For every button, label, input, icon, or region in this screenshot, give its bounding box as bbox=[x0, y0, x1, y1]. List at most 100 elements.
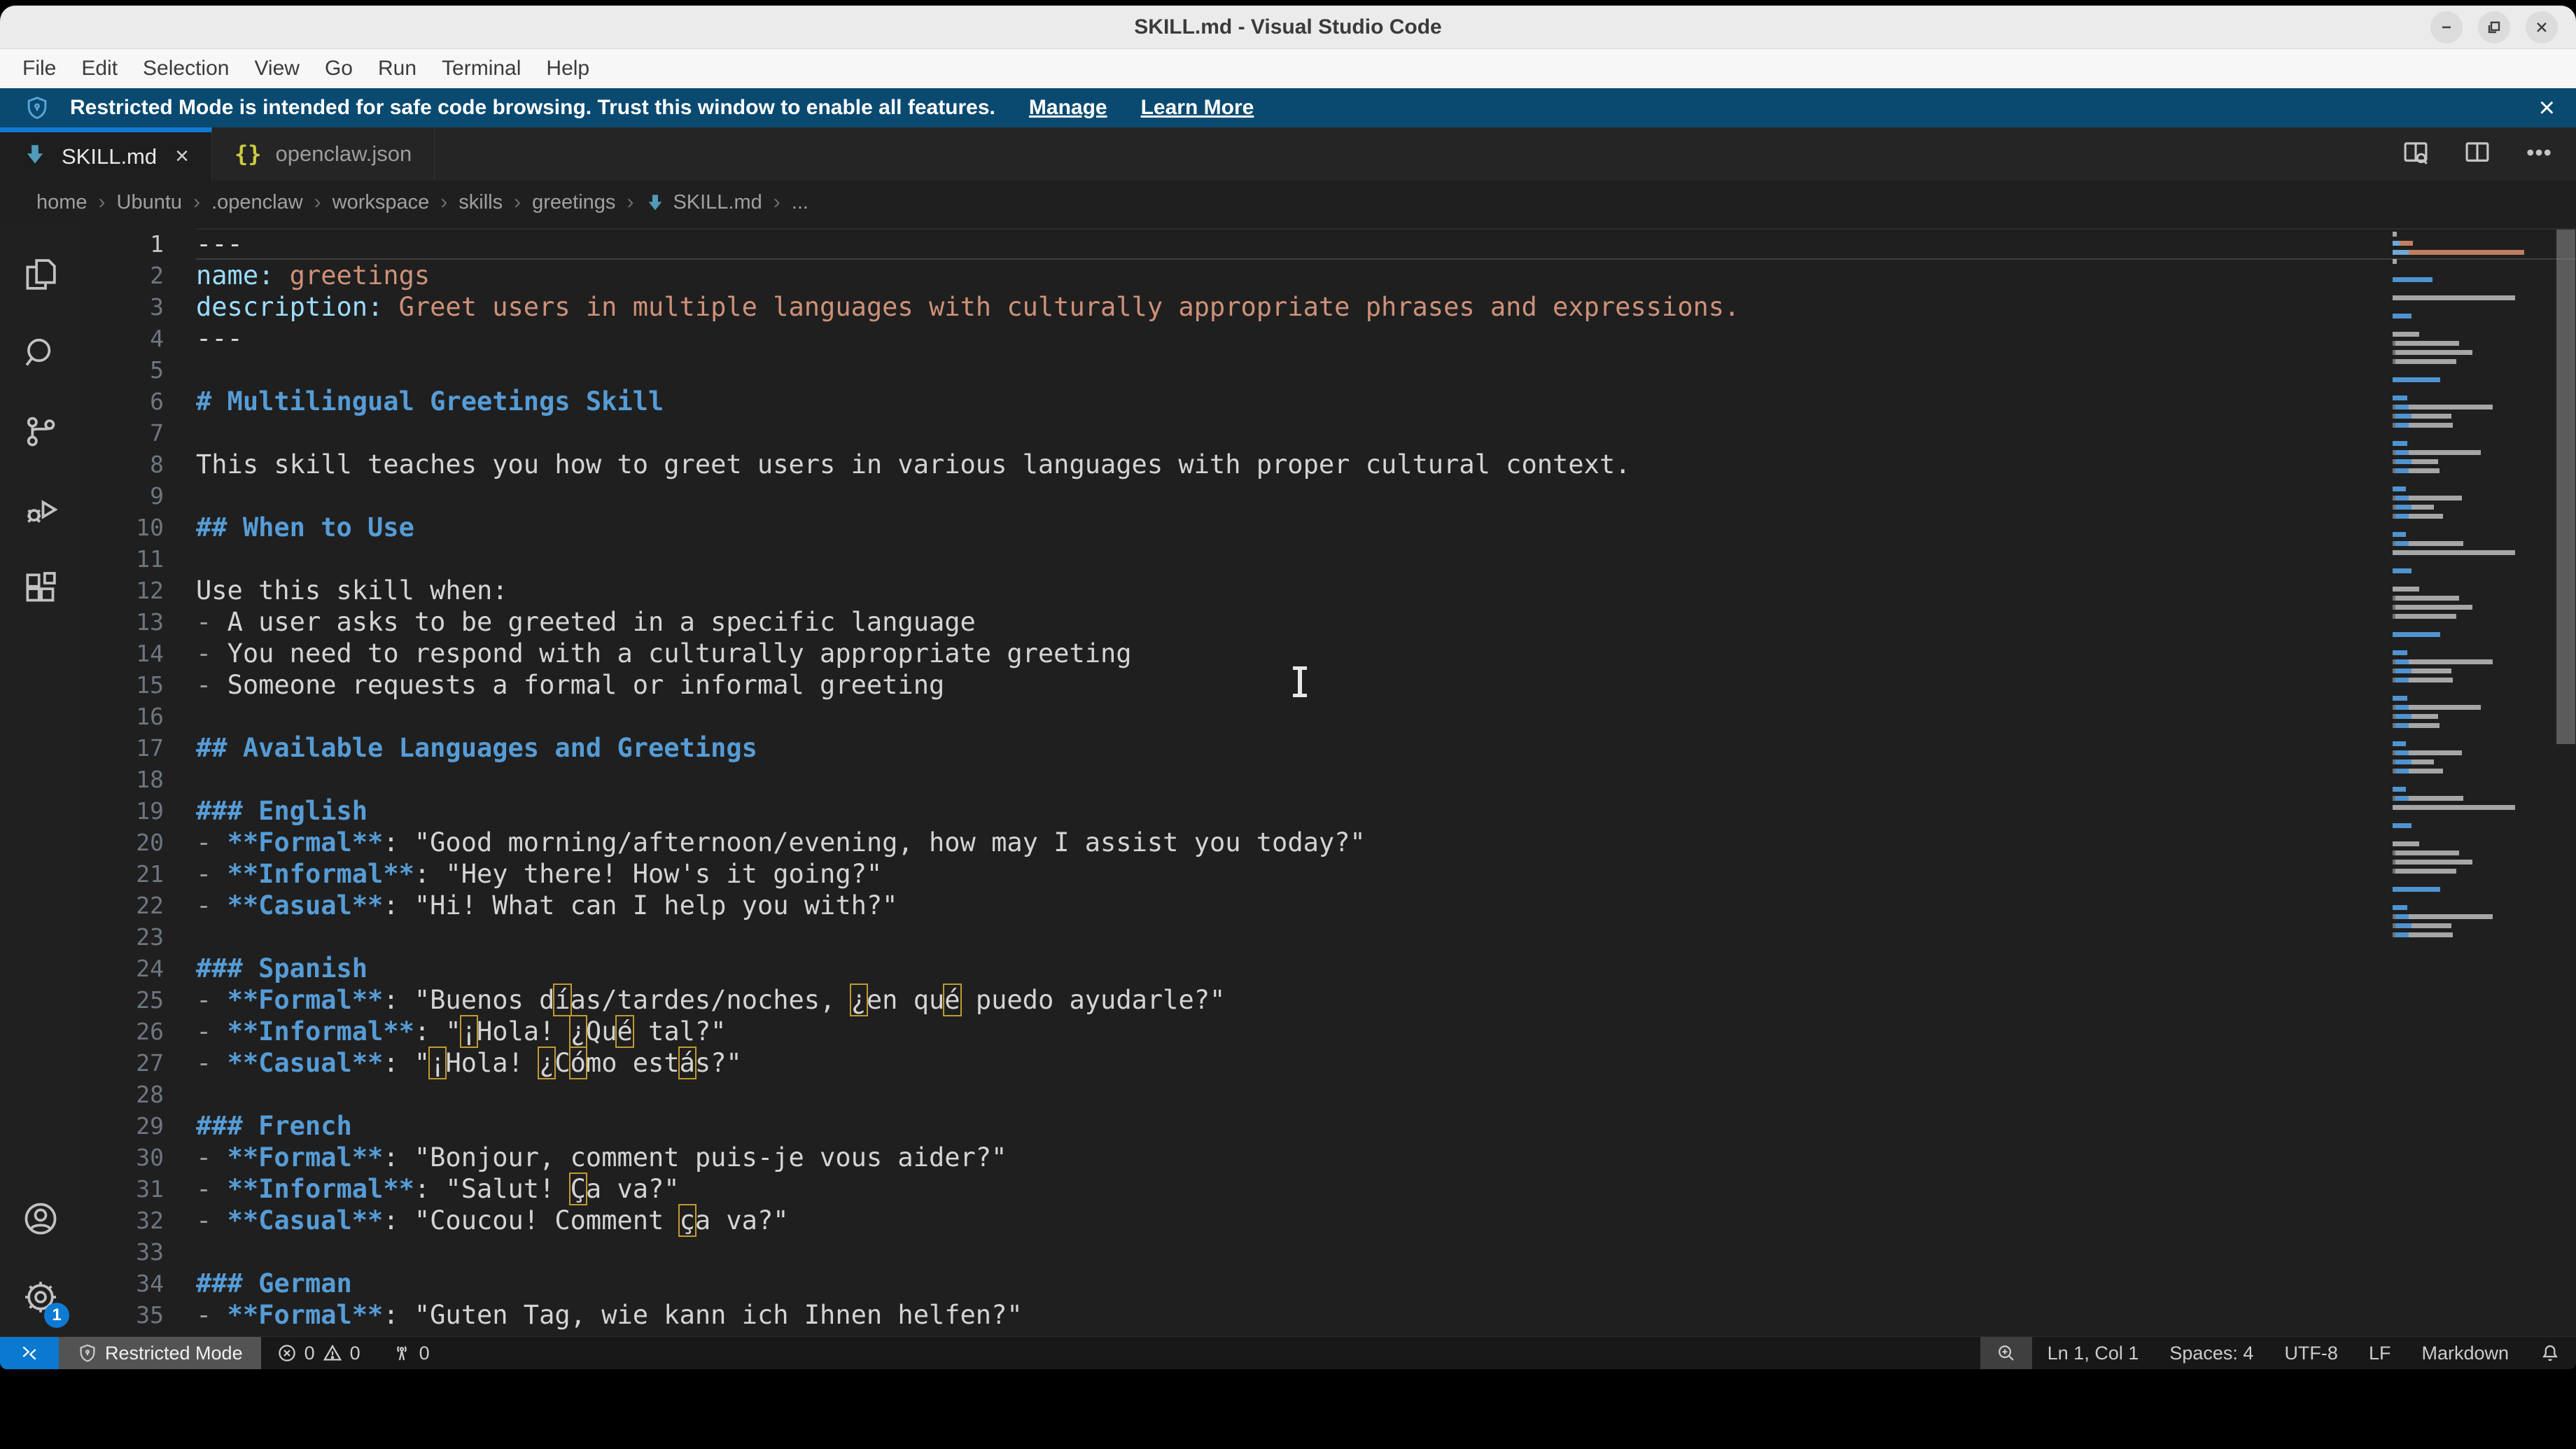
editor-line[interactable]: ### German bbox=[196, 1268, 2576, 1299]
settings-icon[interactable]: 1 bbox=[0, 1258, 80, 1336]
line-number[interactable]: 26 bbox=[80, 1016, 196, 1047]
editor-line[interactable]: ### Spanish bbox=[196, 953, 2576, 984]
line-number[interactable]: 10 bbox=[80, 512, 196, 543]
manage-link[interactable]: Manage bbox=[1029, 96, 1107, 120]
line-number[interactable]: 6 bbox=[80, 386, 196, 417]
editor-line[interactable]: - **Informal**: "Salut! Ça va?" bbox=[196, 1173, 2576, 1205]
breadcrumb-item[interactable]: skills bbox=[458, 191, 503, 214]
line-number[interactable]: 2 bbox=[80, 260, 196, 291]
breadcrumb-item[interactable]: Ubuntu bbox=[117, 191, 183, 214]
split-editor-icon[interactable] bbox=[2463, 138, 2492, 171]
breadcrumb-item[interactable]: home bbox=[36, 191, 88, 214]
editor-line[interactable]: - **Casual**: "Hi! What can I help you w… bbox=[196, 890, 2576, 921]
editor-line[interactable]: - **Formal**: "Buenos días/tardes/noches… bbox=[196, 984, 2576, 1016]
more-actions-icon[interactable] bbox=[2524, 138, 2554, 171]
breadcrumb-item[interactable]: ... bbox=[792, 191, 808, 214]
language-mode[interactable]: Markdown bbox=[2406, 1337, 2524, 1369]
editor-line[interactable]: - **Casual**: "¡Hola! ¿Cómo estás?" bbox=[196, 1047, 2576, 1079]
editor-line[interactable]: Use this skill when: bbox=[196, 575, 2576, 606]
line-number[interactable]: 8 bbox=[80, 449, 196, 480]
menu-go[interactable]: Go bbox=[312, 49, 365, 88]
cursor-position[interactable]: Ln 1, Col 1 bbox=[2032, 1337, 2155, 1369]
line-number[interactable]: 31 bbox=[80, 1173, 196, 1205]
menu-file[interactable]: File bbox=[10, 49, 69, 88]
line-number[interactable]: 25 bbox=[80, 984, 196, 1016]
line-number[interactable]: 34 bbox=[80, 1268, 196, 1299]
eol[interactable]: LF bbox=[2353, 1337, 2407, 1369]
problems-status[interactable]: 0 0 bbox=[261, 1337, 376, 1369]
line-number[interactable]: 14 bbox=[80, 638, 196, 669]
open-preview-side-icon[interactable] bbox=[2401, 138, 2430, 171]
editor-line[interactable]: - **Formal**: "Good morning/afternoon/ev… bbox=[196, 827, 2576, 858]
menu-terminal[interactable]: Terminal bbox=[429, 49, 533, 88]
line-number[interactable]: 1 bbox=[80, 228, 196, 260]
tab-skill.md[interactable]: SKILL.md× bbox=[0, 127, 212, 181]
line-number[interactable]: 3 bbox=[80, 291, 196, 323]
breadcrumb-item[interactable]: workspace bbox=[332, 191, 430, 214]
line-number[interactable]: 29 bbox=[80, 1110, 196, 1142]
source-control-icon[interactable] bbox=[0, 392, 80, 470]
remote-indicator[interactable] bbox=[0, 1337, 59, 1369]
editor-line[interactable]: # Multilingual Greetings Skill bbox=[196, 386, 2576, 417]
editor-line[interactable] bbox=[196, 1079, 2576, 1110]
editor-line[interactable]: name: greetings bbox=[196, 260, 2576, 291]
editor-line[interactable]: This skill teaches you how to greet user… bbox=[196, 449, 2576, 480]
learn-more-link[interactable]: Learn More bbox=[1141, 96, 1254, 120]
line-number[interactable]: 27 bbox=[80, 1047, 196, 1079]
search-icon[interactable] bbox=[0, 314, 80, 392]
restore-button[interactable] bbox=[2478, 11, 2510, 43]
explorer-icon[interactable] bbox=[0, 235, 80, 314]
editor-line[interactable]: ### French bbox=[196, 1110, 2576, 1142]
editor-line[interactable]: ## When to Use bbox=[196, 512, 2576, 543]
line-number[interactable]: 20 bbox=[80, 827, 196, 858]
editor-line[interactable] bbox=[196, 417, 2576, 449]
restricted-mode-status[interactable]: Restricted Mode bbox=[59, 1337, 261, 1369]
encoding[interactable]: UTF-8 bbox=[2269, 1337, 2353, 1369]
editor-line[interactable]: - **Informal**: "¡Hola! ¿Qué tal?" bbox=[196, 1016, 2576, 1047]
menu-view[interactable]: View bbox=[241, 49, 312, 88]
banner-close-icon[interactable]: × bbox=[2539, 92, 2555, 124]
zoom-status[interactable] bbox=[1980, 1337, 2032, 1369]
editor-line[interactable]: - A user asks to be greeted in a specifi… bbox=[196, 606, 2576, 638]
breadcrumb-item[interactable]: SKILL.md bbox=[673, 191, 762, 214]
editor-line[interactable] bbox=[196, 1236, 2576, 1268]
line-number[interactable]: 15 bbox=[80, 669, 196, 701]
indentation[interactable]: Spaces: 4 bbox=[2154, 1337, 2269, 1369]
minimize-button[interactable] bbox=[2430, 11, 2463, 43]
menu-run[interactable]: Run bbox=[365, 49, 429, 88]
line-number[interactable]: 22 bbox=[80, 890, 196, 921]
editor-line[interactable] bbox=[196, 543, 2576, 575]
editor-line[interactable]: - Someone requests a formal or informal … bbox=[196, 669, 2576, 701]
editor-line[interactable] bbox=[196, 764, 2576, 795]
tab-close-icon[interactable]: × bbox=[175, 143, 189, 170]
ports-status[interactable]: 0 bbox=[376, 1337, 445, 1369]
line-number[interactable]: 9 bbox=[80, 480, 196, 512]
editor-line[interactable]: - **Casual**: "Coucou! Comment ça va?" bbox=[196, 1205, 2576, 1236]
editor-line[interactable] bbox=[196, 480, 2576, 512]
line-number[interactable]: 17 bbox=[80, 732, 196, 764]
run-debug-icon[interactable] bbox=[0, 470, 80, 549]
close-button[interactable] bbox=[2526, 11, 2558, 43]
line-number[interactable]: 23 bbox=[80, 921, 196, 953]
extensions-icon[interactable] bbox=[0, 549, 80, 627]
menu-selection[interactable]: Selection bbox=[130, 49, 241, 88]
line-number[interactable]: 35 bbox=[80, 1299, 196, 1331]
scrollbar-thumb[interactable] bbox=[2556, 230, 2575, 744]
line-number[interactable]: 24 bbox=[80, 953, 196, 984]
editor-line[interactable]: - **Formal**: "Guten Tag, wie kann ich I… bbox=[196, 1299, 2576, 1331]
line-number[interactable]: 5 bbox=[80, 354, 196, 386]
editor-line[interactable]: - **Informal**: "Hey there! How's it goi… bbox=[196, 858, 2576, 890]
editor-line[interactable] bbox=[196, 921, 2576, 953]
editor-line[interactable]: --- bbox=[196, 323, 2576, 354]
line-number[interactable]: 4 bbox=[80, 323, 196, 354]
menu-edit[interactable]: Edit bbox=[69, 49, 130, 88]
line-number[interactable]: 28 bbox=[80, 1079, 196, 1110]
editor-line[interactable]: ### English bbox=[196, 795, 2576, 827]
line-number[interactable]: 16 bbox=[80, 701, 196, 732]
menu-help[interactable]: Help bbox=[533, 49, 602, 88]
line-number[interactable]: 21 bbox=[80, 858, 196, 890]
editor-line[interactable]: ## Available Languages and Greetings bbox=[196, 732, 2576, 764]
line-number[interactable]: 33 bbox=[80, 1236, 196, 1268]
line-number[interactable]: 12 bbox=[80, 575, 196, 606]
line-number[interactable]: 7 bbox=[80, 417, 196, 449]
